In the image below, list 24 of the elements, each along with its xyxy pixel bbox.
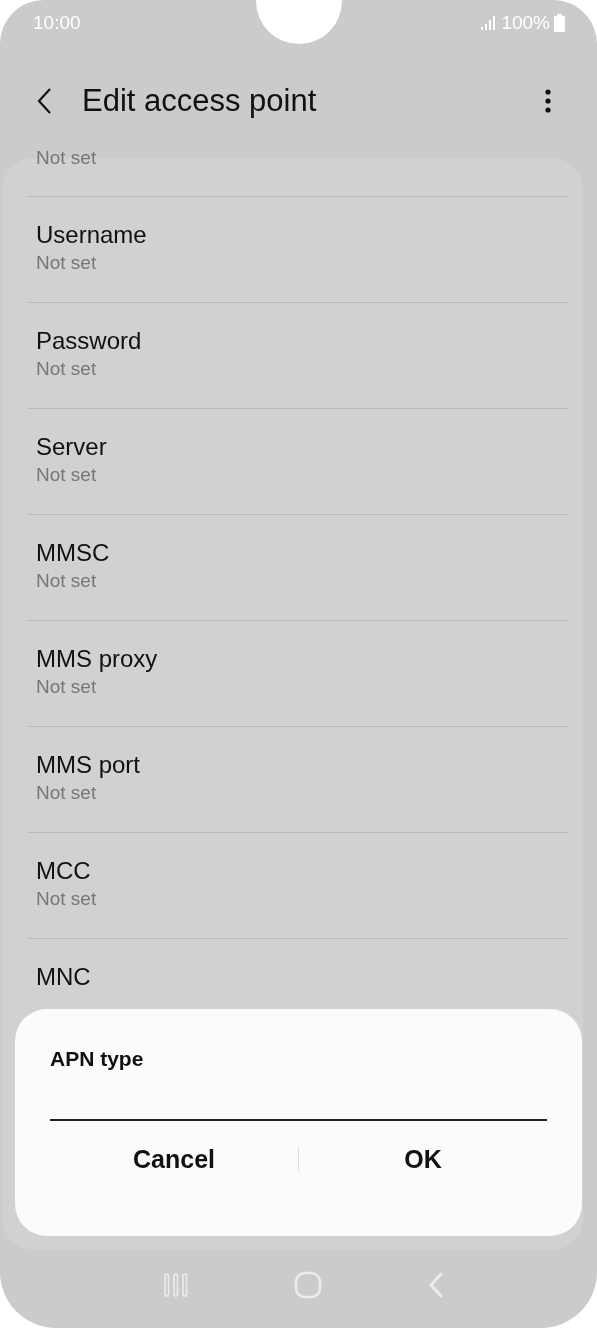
- item-title: MNC: [36, 962, 92, 992]
- item-value: Not set: [36, 463, 98, 487]
- item-value: Not set: [36, 887, 98, 911]
- signal-icon: [481, 16, 496, 30]
- item-value: Not set: [36, 357, 98, 381]
- item-title: MMSC: [36, 538, 111, 568]
- item-title: MMS port: [36, 750, 141, 780]
- item-title: Password: [36, 326, 143, 356]
- dialog-button[interactable]: OK: [299, 1135, 547, 1183]
- more-options-icon[interactable]: [545, 89, 551, 113]
- item-title: MMS proxy: [36, 644, 159, 674]
- item-value: Not set: [36, 146, 98, 170]
- item-title: MCC: [36, 856, 92, 886]
- item-title: Username: [36, 220, 148, 250]
- page-title: Edit access point: [82, 83, 318, 119]
- back-icon[interactable]: [36, 87, 52, 115]
- item-value: Not set: [36, 781, 98, 805]
- dialog-button[interactable]: Cancel: [50, 1135, 298, 1183]
- item-title: Server: [36, 432, 108, 462]
- item-value: Not set: [36, 251, 98, 275]
- battery-icon: [554, 14, 565, 32]
- dialog-title: APN type: [50, 1047, 145, 1071]
- item-value: Not set: [36, 569, 98, 593]
- item-value: Not set: [36, 675, 98, 699]
